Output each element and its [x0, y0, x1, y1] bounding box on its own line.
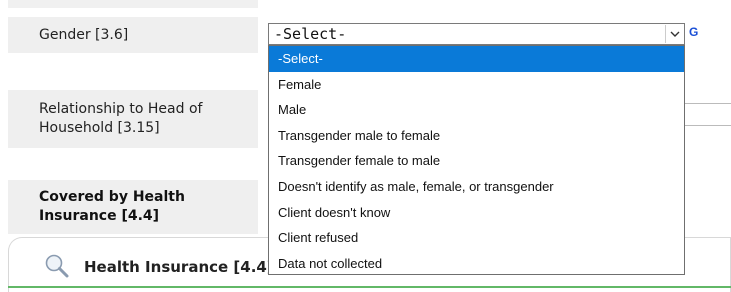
covered-label: Covered by Health Insurance [4.4]	[39, 188, 185, 226]
gender-dropdown-list[interactable]: -Select- Female Male Transgender male to…	[268, 45, 685, 275]
relationship-label-line2: Household [3.15]	[39, 120, 160, 136]
relationship-select-edge-top	[684, 103, 731, 104]
gender-help-link[interactable]: G	[689, 25, 698, 39]
covered-label-cell: Covered by Health Insurance [4.4]	[8, 180, 258, 234]
chevron-down-icon[interactable]	[665, 25, 683, 43]
gender-label-cell: Gender [3.6]	[8, 17, 258, 53]
panel-accent-bar	[8, 286, 731, 288]
relationship-label-line1: Relationship to Head of	[39, 101, 203, 117]
option-data-not-collected[interactable]: Data not collected	[269, 251, 684, 277]
relationship-label: Relationship to Head of Household [3.15]	[39, 100, 202, 138]
top-label-strip	[8, 0, 258, 8]
gender-select[interactable]: -Select-	[268, 23, 685, 45]
option-male[interactable]: Male	[269, 97, 684, 123]
option-select[interactable]: -Select-	[269, 46, 684, 72]
option-non-binary[interactable]: Doesn't identify as male, female, or tra…	[269, 174, 684, 200]
relationship-select-edge-bottom	[684, 125, 731, 126]
gender-label: Gender [3.6]	[39, 26, 129, 43]
option-transgender-ftm[interactable]: Transgender female to male	[269, 148, 684, 174]
option-transgender-mtf[interactable]: Transgender male to female	[269, 123, 684, 149]
covered-label-line2: Insurance [4.4]	[39, 208, 160, 224]
magnifier-icon	[44, 253, 70, 279]
option-client-doesnt-know[interactable]: Client doesn't know	[269, 200, 684, 226]
option-female[interactable]: Female	[269, 72, 684, 98]
option-client-refused[interactable]: Client refused	[269, 225, 684, 251]
covered-label-line1: Covered by Health	[39, 189, 185, 205]
top-band	[0, 0, 731, 10]
relationship-label-cell: Relationship to Head of Household [3.15]	[8, 90, 258, 148]
gender-select-value: -Select-	[274, 25, 347, 43]
panel-title: Health Insurance [4.4]	[84, 258, 274, 276]
